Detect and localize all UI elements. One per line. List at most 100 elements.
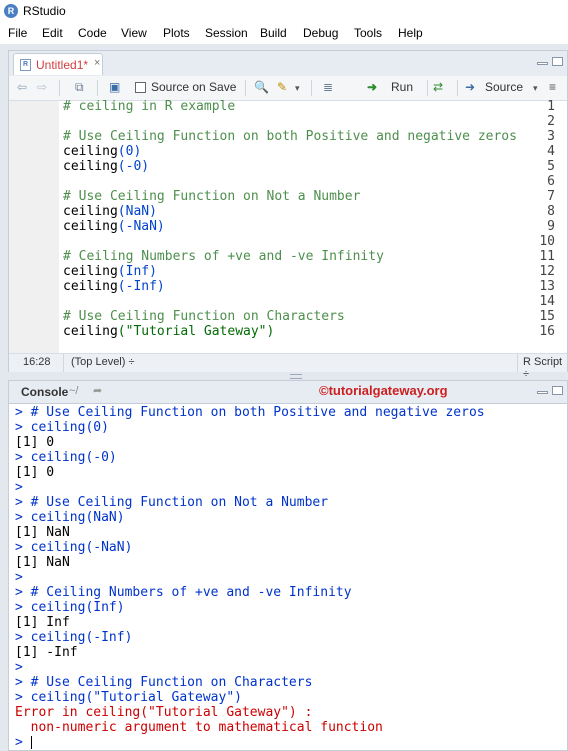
line-number: 7 <box>547 189 555 204</box>
go-to-directory-icon[interactable]: ➦ <box>93 384 102 397</box>
console-input-line: > ceiling(NaN) <box>15 510 125 525</box>
source-on-save-checkbox[interactable] <box>135 82 146 93</box>
line-number-gutter <box>9 101 59 353</box>
status-divider <box>63 354 64 372</box>
rerun-icon[interactable]: ⇄ <box>433 80 443 94</box>
code-line[interactable]: # Use Ceiling Function on Not a Number <box>63 189 360 204</box>
menu-code[interactable]: Code <box>78 26 107 40</box>
console-input-line: > ceiling(0) <box>15 420 109 435</box>
toolbar-separator <box>427 80 428 96</box>
code-line[interactable]: # Ceiling Numbers of +ve and -ve Infinit… <box>63 249 384 264</box>
r-script-file-icon: R <box>20 59 31 71</box>
console-error-line: Error in ceiling("Tutorial Gateway") : <box>15 705 313 720</box>
function-name: ceiling <box>63 204 118 219</box>
editor-toolbar: ⇦ ⇨ ⧉ ▣ Source on Save 🔍 ✎ ▾ ≣ ➜ Run ⇄ ➜… <box>9 76 567 101</box>
code-line[interactable]: ceiling(-0) <box>63 159 149 174</box>
line-number: 4 <box>547 144 555 159</box>
cursor-position: 16:28 <box>23 356 51 368</box>
source-button[interactable]: Source <box>485 80 523 94</box>
chevron-down-icon[interactable]: ▾ <box>295 83 300 94</box>
minimize-pane-icon[interactable] <box>537 62 548 65</box>
tab-label: Untitled1* <box>36 58 89 72</box>
line-number: 6 <box>547 174 555 189</box>
editor-status-bar: 16:28 (Top Level) ÷ R Script ÷ <box>9 353 567 380</box>
function-argument: (-0) <box>117 159 150 174</box>
title-bar: R RStudio <box>0 0 568 23</box>
menu-bar: File Edit Code View Plots Session Build … <box>0 23 568 44</box>
console-input-line: > # Use Ceiling Function on Characters <box>15 675 313 690</box>
function-argument: (Inf) <box>117 264 157 279</box>
console-output-line: [1] NaN <box>15 525 70 540</box>
code-line[interactable]: ceiling(-Inf) <box>63 279 165 294</box>
console-input-line: > ceiling(Inf) <box>15 600 125 615</box>
console-input-line: > <box>15 660 23 675</box>
function-argument: (-Inf) <box>117 279 165 294</box>
line-number: 12 <box>539 264 555 279</box>
tab-close-icon[interactable]: × <box>94 57 100 69</box>
outline-menu-icon[interactable]: ≡ <box>549 80 556 94</box>
tab-untitled1[interactable]: R Untitled1* × <box>13 53 103 75</box>
console-error-line: non-numeric argument to mathematical fun… <box>15 720 383 735</box>
console-pane: Console ~/ ➦ ©tutorialgateway.org > # Us… <box>8 380 568 751</box>
menu-help[interactable]: Help <box>398 26 423 40</box>
line-number: 1 <box>547 99 555 114</box>
line-number: 13 <box>539 279 555 294</box>
code-line[interactable]: ceiling(Inf) <box>63 264 157 279</box>
line-number: 10 <box>539 234 555 249</box>
search-icon[interactable]: 🔍 <box>254 80 269 94</box>
menu-session[interactable]: Session <box>205 26 248 40</box>
menu-debug[interactable]: Debug <box>303 26 338 40</box>
function-name: ceiling <box>63 144 118 159</box>
function-argument: (NaN) <box>117 204 157 219</box>
console-input-line: > ceiling("Tutorial Gateway") <box>15 690 242 705</box>
console-output-line: [1] 0 <box>15 435 55 450</box>
line-number: 2 <box>547 114 555 129</box>
menu-build[interactable]: Build <box>260 26 287 40</box>
code-line[interactable]: # Use Ceiling Function on Characters <box>63 309 345 324</box>
code-line[interactable]: # ceiling in R example <box>63 99 235 114</box>
code-line[interactable]: ceiling("Tutorial Gateway") <box>63 324 274 339</box>
function-argument: ("Tutorial Gateway") <box>117 324 275 339</box>
menu-edit[interactable]: Edit <box>42 26 63 40</box>
run-arrow-icon[interactable]: ➜ <box>367 80 377 94</box>
toolbar-separator <box>97 80 98 96</box>
menu-file[interactable]: File <box>8 26 27 40</box>
line-number: 14 <box>539 294 555 309</box>
function-name: ceiling <box>63 264 118 279</box>
console-tab[interactable]: Console <box>21 385 68 399</box>
compile-report-icon[interactable]: ≣ <box>323 80 333 94</box>
menu-plots[interactable]: Plots <box>163 26 190 40</box>
forward-arrow-icon[interactable]: ⇨ <box>37 80 47 94</box>
run-button[interactable]: Run <box>391 80 413 94</box>
maximize-console-icon[interactable] <box>552 386 563 395</box>
code-line[interactable]: # Use Ceiling Function on both Positive … <box>63 129 517 144</box>
menu-view[interactable]: View <box>121 26 147 40</box>
code-line[interactable]: ceiling(-NaN) <box>63 219 165 234</box>
maximize-pane-icon[interactable] <box>552 57 563 66</box>
source-dropdown-chevron-icon[interactable]: ▾ <box>533 83 538 94</box>
code-line[interactable]: ceiling(0) <box>63 144 141 159</box>
source-arrow-icon[interactable]: ➜ <box>465 80 475 94</box>
line-number: 8 <box>547 204 555 219</box>
pane-splitter[interactable] <box>0 372 568 380</box>
console-input-line: > # Use Ceiling Function on Not a Number <box>15 495 329 510</box>
watermark-text: ©tutorialgateway.org <box>319 383 448 398</box>
console-input-line: > <box>15 480 23 495</box>
minimize-console-icon[interactable] <box>537 391 548 394</box>
editor-tab-strip: R Untitled1* × <box>9 51 567 77</box>
console-output-line: [1] NaN <box>15 555 70 570</box>
source-editor-pane: R Untitled1* × ⇦ ⇨ ⧉ ▣ Source on Save 🔍 … <box>8 50 568 380</box>
console-output-line: [1] Inf <box>15 615 70 630</box>
code-line[interactable]: ceiling(NaN) <box>63 204 157 219</box>
splitter-grip-icon[interactable] <box>290 374 302 379</box>
show-in-window-icon[interactable]: ⧉ <box>75 80 84 95</box>
console-input-line: > <box>15 570 23 585</box>
line-number: 11 <box>539 249 555 264</box>
code-tools-wand-icon[interactable]: ✎ <box>277 80 287 94</box>
back-arrow-icon[interactable]: ⇦ <box>17 80 27 94</box>
toolbar-separator <box>311 80 312 96</box>
save-icon[interactable]: ▣ <box>109 80 120 94</box>
line-number: 9 <box>547 219 555 234</box>
menu-tools[interactable]: Tools <box>354 26 382 40</box>
scope-selector[interactable]: (Top Level) ÷ <box>71 356 135 368</box>
